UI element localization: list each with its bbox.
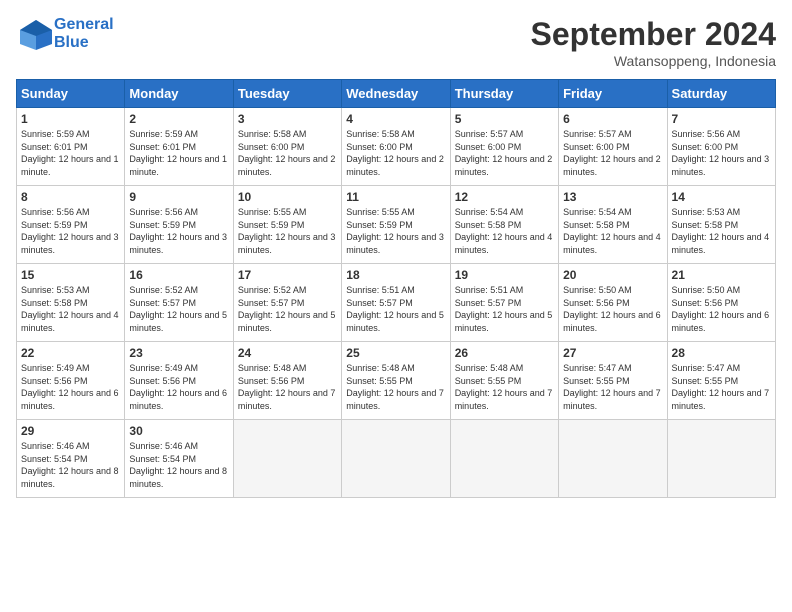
title-block: September 2024 Watansoppeng, Indonesia — [531, 16, 776, 69]
table-row: 22Sunrise: 5:49 AMSunset: 5:56 PMDayligh… — [17, 342, 125, 420]
location: Watansoppeng, Indonesia — [531, 53, 776, 69]
table-row: 1Sunrise: 5:59 AMSunset: 6:01 PMDaylight… — [17, 108, 125, 186]
table-row — [667, 420, 775, 498]
table-row: 19Sunrise: 5:51 AMSunset: 5:57 PMDayligh… — [450, 264, 558, 342]
table-row: 5Sunrise: 5:57 AMSunset: 6:00 PMDaylight… — [450, 108, 558, 186]
table-row: 27Sunrise: 5:47 AMSunset: 5:55 PMDayligh… — [559, 342, 667, 420]
table-row — [233, 420, 341, 498]
logo-blue: Blue — [54, 34, 114, 52]
calendar-header-row: Sunday Monday Tuesday Wednesday Thursday… — [17, 80, 776, 108]
header-tuesday: Tuesday — [233, 80, 341, 108]
logo: General Blue — [16, 16, 114, 53]
table-row: 3Sunrise: 5:58 AMSunset: 6:00 PMDaylight… — [233, 108, 341, 186]
table-row — [559, 420, 667, 498]
table-row: 20Sunrise: 5:50 AMSunset: 5:56 PMDayligh… — [559, 264, 667, 342]
table-row: 9Sunrise: 5:56 AMSunset: 5:59 PMDaylight… — [125, 186, 233, 264]
page-header: General Blue September 2024 Watansoppeng… — [16, 16, 776, 69]
table-row: 17Sunrise: 5:52 AMSunset: 5:57 PMDayligh… — [233, 264, 341, 342]
header-wednesday: Wednesday — [342, 80, 450, 108]
header-thursday: Thursday — [450, 80, 558, 108]
table-row: 4Sunrise: 5:58 AMSunset: 6:00 PMDaylight… — [342, 108, 450, 186]
table-row: 15Sunrise: 5:53 AMSunset: 5:58 PMDayligh… — [17, 264, 125, 342]
table-row: 28Sunrise: 5:47 AMSunset: 5:55 PMDayligh… — [667, 342, 775, 420]
header-friday: Friday — [559, 80, 667, 108]
table-row: 14Sunrise: 5:53 AMSunset: 5:58 PMDayligh… — [667, 186, 775, 264]
table-row: 26Sunrise: 5:48 AMSunset: 5:55 PMDayligh… — [450, 342, 558, 420]
table-row: 24Sunrise: 5:48 AMSunset: 5:56 PMDayligh… — [233, 342, 341, 420]
table-row: 18Sunrise: 5:51 AMSunset: 5:57 PMDayligh… — [342, 264, 450, 342]
logo-general: General — [54, 16, 114, 34]
table-row: 23Sunrise: 5:49 AMSunset: 5:56 PMDayligh… — [125, 342, 233, 420]
table-row: 11Sunrise: 5:55 AMSunset: 5:59 PMDayligh… — [342, 186, 450, 264]
table-row: 12Sunrise: 5:54 AMSunset: 5:58 PMDayligh… — [450, 186, 558, 264]
calendar-table: Sunday Monday Tuesday Wednesday Thursday… — [16, 79, 776, 498]
header-saturday: Saturday — [667, 80, 775, 108]
table-row — [450, 420, 558, 498]
table-row: 30Sunrise: 5:46 AMSunset: 5:54 PMDayligh… — [125, 420, 233, 498]
table-row: 25Sunrise: 5:48 AMSunset: 5:55 PMDayligh… — [342, 342, 450, 420]
table-row: 21Sunrise: 5:50 AMSunset: 5:56 PMDayligh… — [667, 264, 775, 342]
header-monday: Monday — [125, 80, 233, 108]
table-row: 29Sunrise: 5:46 AMSunset: 5:54 PMDayligh… — [17, 420, 125, 498]
table-row: 7Sunrise: 5:56 AMSunset: 6:00 PMDaylight… — [667, 108, 775, 186]
header-sunday: Sunday — [17, 80, 125, 108]
table-row: 10Sunrise: 5:55 AMSunset: 5:59 PMDayligh… — [233, 186, 341, 264]
table-row: 16Sunrise: 5:52 AMSunset: 5:57 PMDayligh… — [125, 264, 233, 342]
table-row: 6Sunrise: 5:57 AMSunset: 6:00 PMDaylight… — [559, 108, 667, 186]
table-row: 13Sunrise: 5:54 AMSunset: 5:58 PMDayligh… — [559, 186, 667, 264]
logo-icon — [16, 16, 52, 52]
table-row — [342, 420, 450, 498]
month-title: September 2024 — [531, 16, 776, 53]
table-row: 2Sunrise: 5:59 AMSunset: 6:01 PMDaylight… — [125, 108, 233, 186]
table-row: 8Sunrise: 5:56 AMSunset: 5:59 PMDaylight… — [17, 186, 125, 264]
